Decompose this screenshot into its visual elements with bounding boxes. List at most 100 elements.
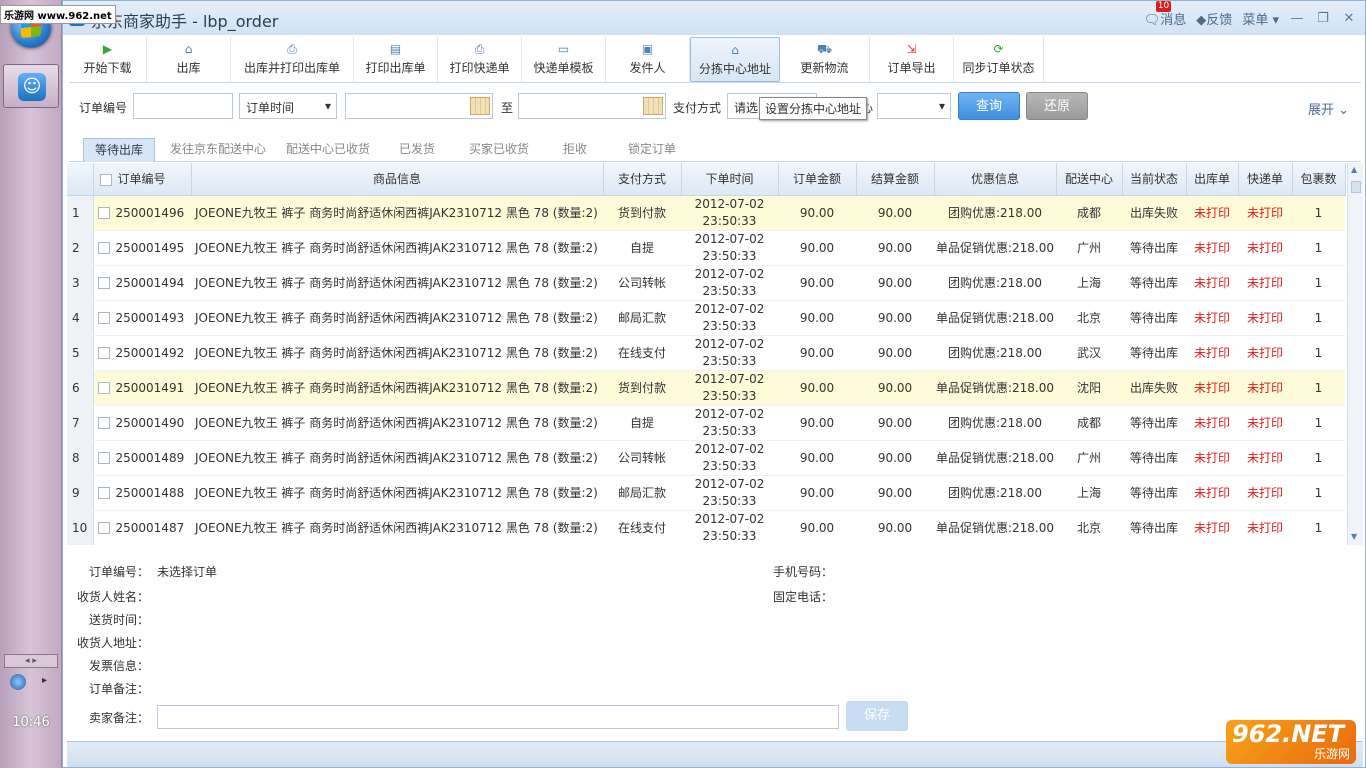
column-header-order-time[interactable]: 下单时间 xyxy=(681,163,779,196)
calendar-icon[interactable] xyxy=(643,97,663,115)
sender-button[interactable]: ▣ 发件人 xyxy=(606,37,690,82)
date-from-input[interactable] xyxy=(345,93,493,119)
detail-delivery-time-label: 送货时间： xyxy=(88,613,149,627)
restore-button[interactable]: ❐ xyxy=(1315,11,1331,26)
tab-waiting-outbound[interactable]: 等待出库 xyxy=(83,138,155,162)
menu-button[interactable]: 菜单 ▾ xyxy=(1242,9,1279,28)
seller-note-input[interactable] xyxy=(157,705,839,729)
column-header-center[interactable]: 配送中心 xyxy=(1056,163,1123,196)
messages-button[interactable]: 🗨消息 10 xyxy=(1144,1,1186,28)
reset-button[interactable]: 还原 xyxy=(1026,92,1088,120)
table-row[interactable]: 5 250001492 JOEONE九牧王 裤子 商务时尚舒适休闲西裤JAK2310… xyxy=(67,335,1345,371)
export-orders-button[interactable]: ⇲ 订单导出 xyxy=(870,37,954,82)
center-cell: 沈阳 xyxy=(1056,370,1122,406)
table-row[interactable]: 10 250001487 JOEONE九牧王 裤子 商务时尚舒适休闲西裤JAK231… xyxy=(67,510,1345,545)
table-row[interactable]: 6 250001491 JOEONE九牧王 裤子 商务时尚舒适休闲西裤JAK2310… xyxy=(67,370,1345,406)
row-checkbox[interactable] xyxy=(97,487,110,499)
select-all-checkbox[interactable] xyxy=(99,173,112,186)
taskbar-app-jd-assistant[interactable]: ☺ xyxy=(3,64,59,108)
order-no-input[interactable] xyxy=(133,93,233,119)
column-header-status[interactable]: 当前状态 xyxy=(1122,163,1187,196)
tab-locked-orders[interactable]: 锁定订单 xyxy=(613,138,691,162)
column-header-order-amount[interactable]: 订单金额 xyxy=(778,163,857,196)
express-slip-cell: 未打印 xyxy=(1238,195,1292,231)
column-header-packages[interactable]: 包裹数 xyxy=(1292,163,1346,196)
print-outbound-slip-button[interactable]: ▤ 打印出库单 xyxy=(354,37,438,82)
filter-bar: 订单编号 订单时间 至 支付方式 请选 心 设置分拣中心地址 查询 还原 展开 … xyxy=(69,89,1361,125)
date-to-input[interactable] xyxy=(518,93,666,119)
express-template-button[interactable]: ▭ 快递单模板 xyxy=(522,37,606,82)
scroll-thumb[interactable] xyxy=(1351,181,1361,193)
table-row[interactable]: 3 250001494 JOEONE九牧王 裤子 商务时尚舒适休闲西裤JAK2310… xyxy=(67,265,1345,301)
start-download-button[interactable]: ▶ 开始下载 xyxy=(69,37,147,82)
row-number: 4 xyxy=(67,300,94,336)
scroll-up-icon[interactable]: ▲ xyxy=(1351,165,1357,174)
detail-seller-note-label: 卖家备注： xyxy=(88,711,149,725)
minimize-button[interactable]: — xyxy=(1289,11,1305,26)
tray-globe-icon[interactable] xyxy=(10,674,26,690)
calendar-icon[interactable] xyxy=(470,97,490,115)
tab-center-received[interactable]: 配送中心已收货 xyxy=(281,138,375,162)
column-header-promo[interactable]: 优惠信息 xyxy=(934,163,1057,196)
tray-expand-icon[interactable]: ▸ xyxy=(42,675,47,686)
express-slip-cell: 未打印 xyxy=(1238,405,1292,441)
order-time-text: 23:50:33 xyxy=(702,283,757,298)
column-header-settle-amount[interactable]: 结算金额 xyxy=(856,163,935,196)
row-checkbox[interactable] xyxy=(97,417,110,429)
feedback-button[interactable]: ◆反馈 xyxy=(1196,9,1232,28)
save-button[interactable]: 保存 xyxy=(846,701,908,731)
packages-cell: 1 xyxy=(1292,230,1345,266)
center-select[interactable] xyxy=(877,93,951,119)
table-row[interactable]: 9 250001488 JOEONE九牧王 裤子 商务时尚舒适休闲西裤JAK2310… xyxy=(67,475,1345,511)
promo-cell: 单品促销优惠:218.00 xyxy=(934,510,1056,545)
tab-rejected[interactable]: 拒收 xyxy=(549,138,601,162)
column-header-product[interactable]: 商品信息 xyxy=(191,163,604,196)
row-checkbox[interactable] xyxy=(97,277,110,289)
outbound-button[interactable]: ⌂ 出库 xyxy=(147,37,231,82)
grid-vertical-scrollbar[interactable]: ▲ ▼ xyxy=(1347,163,1363,545)
table-row[interactable]: 2 250001495 JOEONE九牧王 裤子 商务时尚舒适休闲西裤JAK2310… xyxy=(67,230,1345,266)
taskbar-scroll[interactable]: ◂ ▸ xyxy=(4,654,58,668)
print-express-slip-button[interactable]: ⎙ 打印快递单 xyxy=(438,37,522,82)
column-header-payment[interactable]: 支付方式 xyxy=(603,163,682,196)
row-checkbox[interactable] xyxy=(97,382,110,394)
order-date-text: 2012-07-02 xyxy=(694,231,765,246)
column-header-order-no[interactable]: 订单编号 xyxy=(93,163,192,196)
row-checkbox[interactable] xyxy=(97,242,110,254)
row-checkbox[interactable] xyxy=(97,522,110,534)
row-checkbox[interactable] xyxy=(97,452,110,464)
table-row[interactable]: 4 250001493 JOEONE九牧王 裤子 商务时尚舒适休闲西裤JAK2310… xyxy=(67,300,1345,336)
table-row[interactable]: 7 250001490 JOEONE九牧王 裤子 商务时尚舒适休闲西裤JAK2310… xyxy=(67,405,1345,441)
time-type-select[interactable]: 订单时间 xyxy=(239,93,337,119)
sync-order-status-button[interactable]: ⟳ 同步订单状态 xyxy=(954,37,1044,82)
update-logistics-button[interactable]: ⛟ 更新物流 xyxy=(780,37,870,82)
sync-icon: ⟳ xyxy=(993,42,1004,56)
outbound-slip-cell: 未打印 xyxy=(1186,335,1238,371)
column-header-outbound-slip[interactable]: 出库单 xyxy=(1186,163,1239,196)
column-header-express-slip[interactable]: 快递单 xyxy=(1238,163,1293,196)
row-checkbox[interactable] xyxy=(97,207,110,219)
tab-shipped[interactable]: 已发货 xyxy=(385,138,449,162)
query-button[interactable]: 查询 xyxy=(958,92,1020,120)
row-number-header xyxy=(67,163,94,196)
table-row[interactable]: 1 250001496 JOEONE九牧王 裤子 商务时尚舒适休闲西裤JAK2310… xyxy=(67,195,1345,231)
order-time-text: 23:50:33 xyxy=(702,388,757,403)
payment-cell: 公司转帐 xyxy=(603,265,681,301)
order-time-cell: 2012-07-02 23:50:33 xyxy=(681,475,778,511)
row-number: 9 xyxy=(67,475,94,511)
close-button[interactable]: ✕ xyxy=(1341,11,1357,26)
tool-label: 分拣中心地址 xyxy=(698,62,771,76)
expand-button[interactable]: 展开 ⌄ xyxy=(1308,99,1349,118)
tab-buyer-received[interactable]: 买家已收货 xyxy=(459,138,539,162)
row-checkbox[interactable] xyxy=(97,312,110,324)
outbound-and-print-button[interactable]: ⎙ 出库并打印出库单 xyxy=(231,37,354,82)
scroll-down-icon[interactable]: ▼ xyxy=(1351,532,1357,541)
tab-sent-to-jd-center[interactable]: 发往京东配送中心 xyxy=(165,138,271,162)
sorting-center-address-button[interactable]: ⌂ 分拣中心地址 xyxy=(690,37,780,82)
order-time-cell: 2012-07-02 23:50:33 xyxy=(681,300,778,336)
product-cell: JOEONE九牧王 裤子 商务时尚舒适休闲西裤JAK2310712 黑色 78 … xyxy=(191,265,603,301)
table-row[interactable]: 8 250001489 JOEONE九牧王 裤子 商务时尚舒适休闲西裤JAK2310… xyxy=(67,440,1345,476)
row-checkbox[interactable] xyxy=(97,347,110,359)
promo-cell: 团购优惠:218.00 xyxy=(934,265,1056,301)
settle-amount-cell: 90.00 xyxy=(856,335,934,371)
